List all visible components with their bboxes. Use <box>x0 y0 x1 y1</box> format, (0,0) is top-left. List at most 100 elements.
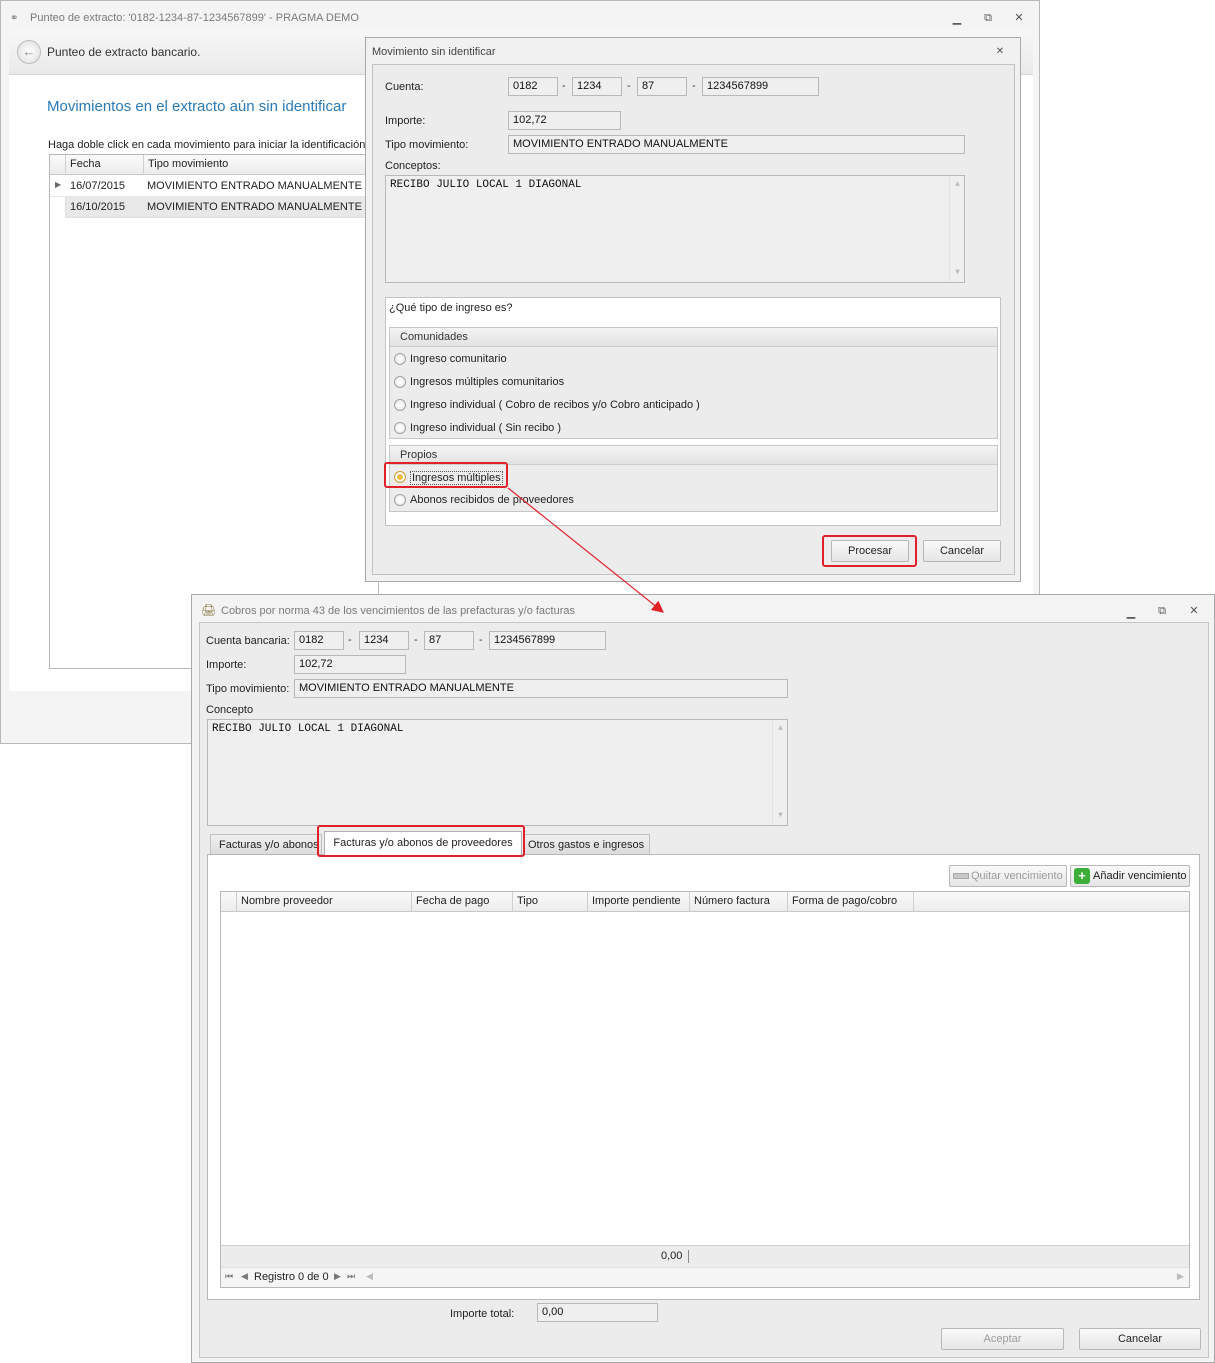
hscroll-left-icon[interactable]: ◀ <box>366 1271 373 1282</box>
highlight-procesar <box>822 535 917 567</box>
radio-ingreso-individual-sin-recibo[interactable] <box>394 422 406 434</box>
radio-abonos-recibidos-proveedores[interactable] <box>394 494 406 506</box>
page-header-title: Punteo de extracto bancario. <box>47 45 201 59</box>
minimize-icon[interactable]: ▁ <box>1123 606 1139 620</box>
option-label[interactable]: Ingreso individual ( Sin recibo ) <box>410 422 561 434</box>
movimiento-dialog: Movimiento sin identificar ✕ Cuenta: 018… <box>365 37 1021 582</box>
col-nombre-proveedor[interactable]: Nombre proveedor <box>237 892 412 912</box>
concepto-text: RECIBO JULIO LOCAL 1 DIAGONAL <box>212 723 404 735</box>
radio-ingreso-individual-cobro[interactable] <box>394 399 406 411</box>
tab-content-panel: Quitar vencimiento + Añadir vencimiento N… <box>207 854 1200 1300</box>
scroll-up-icon[interactable]: ▲ <box>950 178 964 192</box>
dash-separator: - <box>627 80 631 92</box>
scroll-down-icon[interactable]: ▼ <box>950 266 964 280</box>
dash-separator: - <box>348 634 352 646</box>
cuenta-numero-field: 1234567899 <box>489 631 606 650</box>
hscroll-right-icon[interactable]: ▶ <box>1177 1271 1184 1282</box>
cancelar-button[interactable]: Cancelar <box>923 540 1001 562</box>
cancelar-button[interactable]: Cancelar <box>1079 1328 1201 1350</box>
maximize-icon[interactable]: ⧉ <box>1154 604 1170 618</box>
instruction-text: Haga doble click en cada movimiento para… <box>48 139 384 151</box>
row-indicator-header <box>221 892 237 912</box>
importe-field: 102,72 <box>294 655 406 674</box>
back-arrow-icon[interactable]: ← <box>17 40 41 64</box>
col-fecha[interactable]: Fecha <box>66 155 144 175</box>
conceptos-scrollbar[interactable]: ▲ ▼ <box>949 176 964 282</box>
dialog-title: Movimiento sin identificar <box>372 46 496 58</box>
back-window-title: Punteo de extracto: '0182-1234-87-123456… <box>30 12 359 24</box>
grid-header: Fecha Tipo movimiento <box>50 155 380 175</box>
cuenta-entidad-field: 0182 <box>508 77 558 96</box>
radio-ingreso-comunitario[interactable] <box>394 353 406 365</box>
dialog-body: Cuenta: 0182 - 1234 - 87 - 1234567899 Im… <box>372 64 1015 575</box>
dash-separator: - <box>414 634 418 646</box>
scroll-up-icon[interactable]: ▲ <box>773 722 787 736</box>
row-tipo: MOVIMIENTO ENTRADO MANUALMENTE <box>147 180 362 192</box>
importe-label: Importe: <box>385 115 426 127</box>
cuenta-dc-field: 87 <box>424 631 474 650</box>
tab-facturas-abonos[interactable]: Facturas y/o abonos <box>210 834 322 854</box>
maximize-icon[interactable]: ⧉ <box>980 11 996 25</box>
col-numero-factura[interactable]: Número factura <box>690 892 788 912</box>
tab-label: Otros gastos e ingresos <box>528 839 645 851</box>
nav-prev-icon[interactable]: ◀ <box>241 1271 248 1282</box>
cobros-body: Cuenta bancaria: 0182 - 1234 - 87 - 1234… <box>199 622 1209 1358</box>
dash-separator: - <box>562 80 566 92</box>
row-tipo: MOVIMIENTO ENTRADO MANUALMENTE <box>147 201 362 213</box>
option-label[interactable]: Abonos recibidos de proveedores <box>410 494 574 506</box>
conceptos-label: Conceptos: <box>385 160 441 172</box>
scroll-down-icon[interactable]: ▼ <box>773 809 787 823</box>
table-row[interactable]: ▶ 16/07/2015 MOVIMIENTO ENTRADO MANUALME… <box>50 176 380 197</box>
close-icon[interactable]: ✕ <box>1186 604 1202 618</box>
grid-header: Nombre proveedor Fecha de pago Tipo Impo… <box>221 892 1189 912</box>
tab-label: Facturas y/o abonos de proveedores <box>333 837 513 849</box>
grid-row-indicator-column <box>50 197 66 218</box>
col-forma-pago-cobro[interactable]: Forma de pago/cobro <box>788 892 914 912</box>
cobros-window: 🖨 Cobros por norma 43 de los vencimiento… <box>191 594 1215 1363</box>
comunidades-group-header: Comunidades <box>390 328 997 347</box>
importe-total-label: Importe total: <box>450 1308 515 1320</box>
dialog-close-icon[interactable]: ✕ <box>992 45 1008 59</box>
grid-footer: 0,00 <box>221 1245 1189 1267</box>
importe-field: 102,72 <box>508 111 621 130</box>
tipo-movimiento-label: Tipo movimiento: <box>385 139 469 151</box>
close-icon[interactable]: ✕ <box>1011 11 1027 25</box>
minimize-icon[interactable]: ▁ <box>949 12 965 26</box>
radio-ingresos-multiples-comunitarios[interactable] <box>394 376 406 388</box>
table-row[interactable]: 16/10/2015 MOVIMIENTO ENTRADO MANUALMENT… <box>66 197 380 218</box>
tipo-movimiento-label: Tipo movimiento: <box>206 683 290 695</box>
col-importe-pendiente[interactable]: Importe pendiente <box>588 892 690 912</box>
conceptos-textarea: RECIBO JULIO LOCAL 1 DIAGONAL ▲ ▼ <box>385 175 965 283</box>
green-plus-icon: + <box>1074 868 1090 885</box>
nav-last-icon[interactable]: ⏭ <box>347 1271 355 1282</box>
cuenta-oficina-field: 1234 <box>359 631 409 650</box>
tab-otros-gastos-ingresos[interactable]: Otros gastos e ingresos <box>524 834 650 854</box>
aceptar-button[interactable]: Aceptar <box>941 1328 1064 1350</box>
option-label[interactable]: Ingresos múltiples comunitarios <box>410 376 564 388</box>
nav-first-icon[interactable]: ⏮ <box>225 1271 233 1282</box>
concepto-label: Concepto <box>206 704 254 716</box>
tipo-movimiento-field: MOVIMIENTO ENTRADO MANUALMENTE <box>294 679 788 698</box>
row-fecha: 16/07/2015 <box>70 180 126 192</box>
cuenta-dc-field: 87 <box>637 77 687 96</box>
col-tipo[interactable]: Tipo <box>513 892 588 912</box>
current-row-indicator-icon: ▶ <box>55 180 62 189</box>
importe-label: Importe: <box>206 659 247 671</box>
anadir-vencimiento-button[interactable]: + Añadir vencimiento <box>1070 865 1190 887</box>
option-label[interactable]: Ingreso comunitario <box>410 353 507 365</box>
tab-label: Facturas y/o abonos <box>219 839 319 851</box>
printer-icon: 🖨 <box>201 603 217 617</box>
ingreso-type-panel: ¿Qué tipo de ingreso es? Comunidades Ing… <box>385 297 1001 526</box>
quitar-vencimiento-button[interactable]: Quitar vencimiento <box>949 865 1067 887</box>
nav-next-icon[interactable]: ▶ <box>334 1271 341 1282</box>
cuenta-label: Cuenta: <box>385 81 424 93</box>
col-tipo-movimiento[interactable]: Tipo movimiento <box>144 155 380 175</box>
tipo-movimiento-field: MOVIMIENTO ENTRADO MANUALMENTE <box>508 135 965 154</box>
concepto-scrollbar[interactable]: ▲ ▼ <box>772 720 787 825</box>
conceptos-text: RECIBO JULIO LOCAL 1 DIAGONAL <box>390 179 582 191</box>
button-label: Añadir vencimiento <box>1093 870 1187 882</box>
vencimientos-grid: Nombre proveedor Fecha de pago Tipo Impo… <box>220 891 1190 1288</box>
option-label[interactable]: Ingreso individual ( Cobro de recibos y/… <box>410 399 700 411</box>
col-fecha-pago[interactable]: Fecha de pago <box>412 892 513 912</box>
tab-facturas-abonos-proveedores[interactable]: Facturas y/o abonos de proveedores <box>324 831 522 855</box>
